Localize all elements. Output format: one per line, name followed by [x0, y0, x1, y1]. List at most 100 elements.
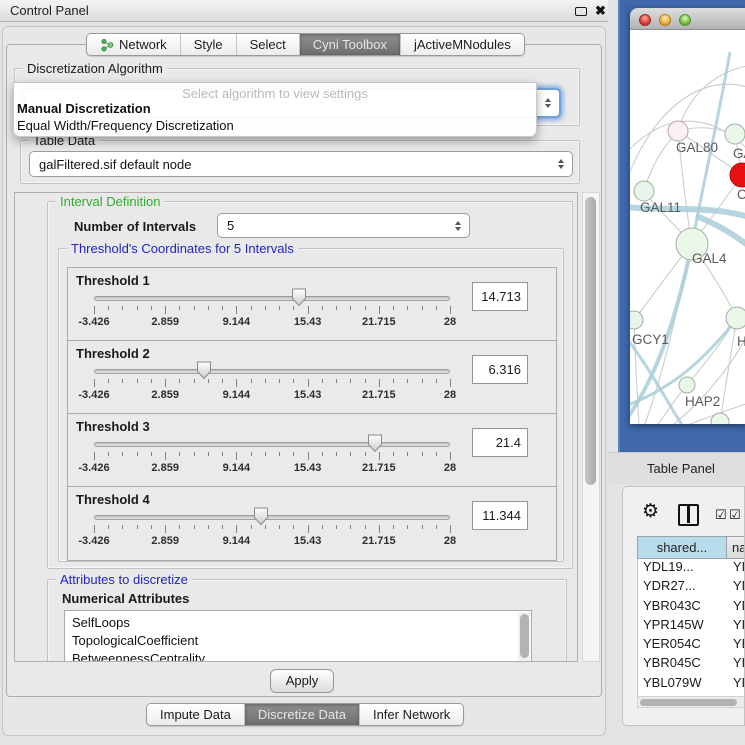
table-row[interactable]: YBL079WYBL0	[638, 675, 745, 694]
checkbox-icon[interactable]: ☑	[715, 508, 727, 523]
settings-viewport: Interval Definition Number of Intervals …	[14, 192, 578, 662]
table-row[interactable]: YBR045CYBR0	[638, 655, 745, 674]
network-node-label: HAP2	[685, 394, 720, 409]
tick-mark	[450, 306, 451, 314]
network-node-gcy1[interactable]	[630, 311, 643, 329]
network-view-frame: GAL80GACGAL11GAL4GCY1HHAP2	[618, 0, 745, 452]
threshold-2-slider-track[interactable]	[94, 369, 450, 374]
threshold-label: Threshold 3	[76, 419, 150, 434]
node-table-rows: YDL19...YDL1YDR27...YDR2YBR043CYBR0YPR14…	[637, 559, 745, 696]
number-of-intervals-value: 5	[227, 218, 234, 233]
table-row[interactable]: YBR043CYBR0	[638, 598, 745, 617]
threshold-row: Threshold 2 -3.4262.8599.14415.4321.71528…	[68, 341, 556, 414]
close-icon[interactable]: ✖	[595, 3, 606, 19]
table-row[interactable]: YPR145WYPR1	[638, 617, 745, 636]
float-window-icon[interactable]	[575, 7, 587, 16]
tick-mark	[222, 306, 223, 310]
zoom-traffic-light-icon[interactable]	[679, 14, 691, 26]
cell-name: YER0	[727, 636, 745, 655]
threshold-3-slider-thumb[interactable]	[367, 434, 383, 453]
network-node-ga[interactable]	[725, 124, 745, 144]
minimize-traffic-light-icon[interactable]	[659, 14, 671, 26]
tab-cyni-toolbox[interactable]: Cyni Toolbox	[300, 34, 401, 55]
slider-tick-labels: -3.4262.8599.14415.4321.71528	[94, 389, 450, 403]
table-row[interactable]: YER054CYER0	[638, 636, 745, 655]
bottom-tab-discretize-data[interactable]: Discretize Data	[245, 704, 360, 725]
algorithm-dropdown-popup: Select algorithm to view settings Manual…	[13, 82, 537, 137]
tab-network[interactable]: Network	[87, 34, 181, 55]
threshold-2-slider-thumb[interactable]	[196, 361, 212, 380]
attributes-list-scrollbar[interactable]	[518, 612, 530, 662]
table-data-combobox[interactable]: galFiltered.sif default node	[29, 151, 573, 177]
tick-mark	[436, 452, 437, 456]
network-node-h[interactable]	[726, 307, 745, 329]
algorithm-option-manual-discretization[interactable]: Manual Discretization	[14, 101, 536, 118]
network-node-hap2[interactable]	[679, 377, 695, 393]
attribute-item-topologicalcoefficient[interactable]: TopologicalCoefficient	[65, 632, 531, 650]
threshold-2-value-field[interactable]: 6.316	[472, 355, 528, 384]
network-node-label: GCY1	[632, 332, 669, 347]
tick-mark	[265, 452, 266, 456]
column-header-shared-[interactable]: shared...	[637, 536, 726, 559]
tick-label: 21.715	[362, 462, 396, 474]
tab-jactivemnodules[interactable]: jActiveMNodules	[401, 34, 524, 55]
tick-mark	[322, 452, 323, 456]
split-columns-icon[interactable]	[678, 504, 699, 526]
tab-label: jActiveMNodules	[414, 37, 511, 52]
threshold-4-slider-track[interactable]	[94, 515, 450, 520]
cell-shared-name: YBR045C	[638, 655, 727, 674]
node-table: shared...name YDL19...YDL1YDR27...YDR2YB…	[637, 536, 745, 696]
tab-select[interactable]: Select	[237, 34, 300, 55]
tick-mark	[393, 452, 394, 456]
slider-tick-labels: -3.4262.8599.14415.4321.71528	[94, 462, 450, 476]
table-horizontal-scrollbar[interactable]	[637, 696, 745, 708]
tick-mark	[393, 379, 394, 383]
threshold-3-slider-track[interactable]	[94, 442, 450, 447]
threshold-4-value-field[interactable]: 11.344	[472, 501, 528, 530]
tick-mark	[322, 379, 323, 383]
thresholds-coordinates-title: Threshold's Coordinates for 5 Intervals	[67, 241, 298, 256]
bottom-tab-infer-network[interactable]: Infer Network	[360, 704, 463, 725]
threshold-1-slider-thumb[interactable]	[291, 288, 307, 307]
tick-label: 21.715	[362, 389, 396, 401]
checkbox-icon[interactable]: ☑	[729, 508, 741, 523]
table-row[interactable]: YDL19...YDL1	[638, 559, 745, 578]
threshold-4-slider-thumb[interactable]	[253, 507, 269, 526]
tab-style[interactable]: Style	[181, 34, 237, 55]
threshold-3-value-field[interactable]: 21.4	[472, 428, 528, 457]
tick-mark	[407, 379, 408, 383]
control-panel-titlebar: Control Panel ✖	[0, 0, 608, 22]
network-node-label: GAL11	[640, 200, 681, 215]
network-node-gal80[interactable]	[668, 121, 688, 141]
network-node-red-node[interactable]	[730, 163, 745, 187]
tick-mark	[265, 525, 266, 529]
network-canvas[interactable]: GAL80GACGAL11GAL4GCY1HHAP2	[630, 30, 745, 424]
tick-mark	[236, 452, 237, 460]
tick-mark	[94, 379, 95, 387]
panel-title: Control Panel	[10, 3, 89, 18]
network-window-titlebar[interactable]	[630, 8, 745, 30]
threshold-1-slider-track[interactable]	[94, 296, 450, 301]
apply-button[interactable]: Apply	[270, 669, 334, 693]
tick-mark	[108, 525, 109, 529]
network-node-gal11[interactable]	[634, 181, 654, 201]
tick-label: 21.715	[362, 316, 396, 328]
tick-mark	[194, 306, 195, 310]
table-row[interactable]: YDR27...YDR2	[638, 578, 745, 597]
combo-arrows-icon	[455, 221, 461, 231]
network-node-bottom[interactable]	[711, 413, 729, 424]
algorithm-option-equal-width-frequency-discretization[interactable]: Equal Width/Frequency Discretization	[14, 118, 536, 135]
close-traffic-light-icon[interactable]	[639, 14, 651, 26]
attribute-item-betweennesscentrality[interactable]: BetweennessCentrality	[65, 650, 531, 662]
number-of-intervals-combobox[interactable]: 5	[217, 213, 470, 238]
attribute-item-selfloops[interactable]: SelfLoops	[65, 614, 531, 632]
column-header-name[interactable]: name	[726, 536, 745, 559]
settings-scrollbar[interactable]	[582, 192, 600, 662]
threshold-1-value-field[interactable]: 14.713	[472, 282, 528, 311]
threshold-label: Threshold 2	[76, 346, 150, 361]
bottom-tab-impute-data[interactable]: Impute Data	[147, 704, 245, 725]
tick-mark	[122, 306, 123, 310]
gear-icon[interactable]: ⚙	[642, 501, 659, 521]
tick-label: 15.43	[294, 462, 322, 474]
tick-mark	[407, 452, 408, 456]
